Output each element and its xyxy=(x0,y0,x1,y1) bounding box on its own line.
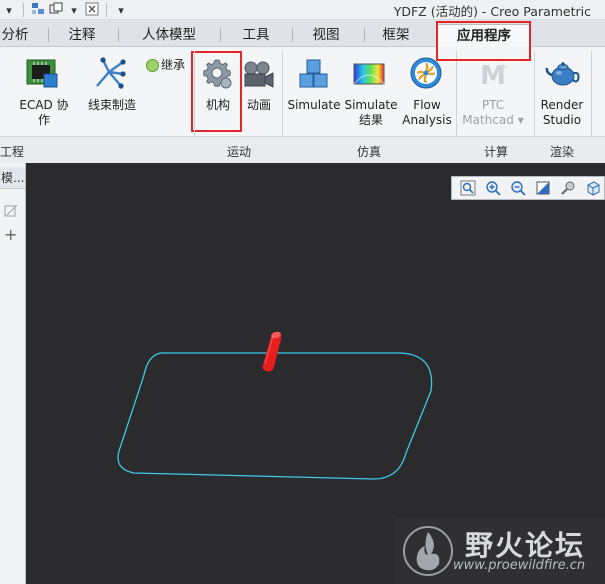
shading-icon[interactable] xyxy=(558,178,579,198)
inherit-icon[interactable] xyxy=(145,58,160,76)
harness-manufacturing-button[interactable]: 线束制造 xyxy=(84,98,140,113)
tab-divider xyxy=(48,28,49,42)
down-arrow-icon[interactable]: ▾ xyxy=(2,4,16,17)
zoom-out-icon[interactable] xyxy=(507,178,528,198)
simulate-button[interactable]: Simulate xyxy=(286,98,342,113)
highlight-applications-tab xyxy=(436,21,531,61)
movie-camera-icon[interactable] xyxy=(242,60,274,93)
red-cylinder-part xyxy=(262,331,282,372)
tab-framework[interactable]: 框架 xyxy=(374,24,418,47)
tab-divider xyxy=(292,28,293,42)
filter-icon[interactable] xyxy=(4,203,20,222)
tab-annotate[interactable]: 注释 xyxy=(62,24,102,47)
view-cube-icon[interactable] xyxy=(583,178,604,198)
ecad-collaboration-button[interactable]: ECAD 协作 xyxy=(14,98,74,128)
ribbon-group-labels: 工程 运动 仿真 计算 渲染 xyxy=(0,136,605,163)
group-label-simulation: 仿真 xyxy=(357,145,382,159)
ecad-icon[interactable] xyxy=(24,56,60,95)
separator xyxy=(106,3,107,17)
customize-arrow-icon[interactable]: ▾ xyxy=(114,4,128,17)
title-bar: ▾ ▾ ▾ YDFZ (活动的) - Creo Parametric xyxy=(0,0,605,20)
quick-access-toolbar: ▾ ▾ ▾ xyxy=(0,0,128,20)
highlight-mechanism xyxy=(191,51,242,132)
ptc-mathcad-button: PTC Mathcad ▾ xyxy=(462,98,524,127)
simulate-cubes-icon[interactable] xyxy=(297,58,331,93)
layers-icon[interactable] xyxy=(31,2,45,19)
flow-analysis-icon[interactable] xyxy=(409,56,443,93)
group-label-engineering: 工程 xyxy=(0,145,25,159)
render-studio-button[interactable]: Render Studio xyxy=(534,98,590,128)
mathcad-icon: M + xyxy=(478,58,510,93)
tab-analysis[interactable]: 分析 xyxy=(0,24,30,47)
model-tree-tab[interactable]: 模... xyxy=(0,167,25,189)
model-tree-panel: 模... + xyxy=(0,163,26,584)
flow-analysis-button[interactable]: Flow Analysis xyxy=(399,98,455,128)
sketch-outline xyxy=(117,352,433,480)
window-switch-icon[interactable] xyxy=(49,2,63,19)
tab-divider xyxy=(364,28,365,42)
flame-logo-icon xyxy=(401,524,455,581)
group-label-motion: 运动 xyxy=(227,145,252,159)
tab-view[interactable]: 视图 xyxy=(304,24,348,47)
watermark-url: www.proewildfire.cn xyxy=(453,558,586,573)
simulate-results-icon[interactable] xyxy=(352,58,386,93)
separator xyxy=(23,3,24,17)
simulate-results-button[interactable]: Simulate 结果 xyxy=(343,98,399,128)
repaint-icon[interactable] xyxy=(533,178,554,198)
inherit-button[interactable]: 继承 xyxy=(161,58,191,73)
forum-watermark: 野火论坛 www.proewildfire.cn xyxy=(395,518,605,584)
tab-divider xyxy=(118,28,119,42)
expand-plus-icon[interactable]: + xyxy=(4,225,17,244)
zoom-in-icon[interactable] xyxy=(482,178,503,198)
svg-text:+: + xyxy=(499,60,508,73)
dropdown-arrow-icon[interactable]: ▾ xyxy=(67,4,81,17)
tab-divider xyxy=(220,28,221,42)
dropdown-arrow-icon: ▾ xyxy=(513,113,524,127)
close-window-icon[interactable] xyxy=(85,2,99,19)
tab-tools[interactable]: 工具 xyxy=(234,24,278,47)
teapot-icon[interactable] xyxy=(545,56,581,93)
tab-human-model[interactable]: 人体模型 xyxy=(134,24,204,47)
window-title: YDFZ (活动的) - Creo Parametric xyxy=(393,4,591,19)
zoom-fit-icon[interactable] xyxy=(457,178,478,198)
cable-harness-icon[interactable] xyxy=(93,56,127,93)
animation-button[interactable]: 动画 xyxy=(242,98,276,113)
group-label-compute: 计算 xyxy=(484,145,509,159)
group-label-render: 渲染 xyxy=(550,145,575,159)
view-toolbar xyxy=(451,176,605,200)
